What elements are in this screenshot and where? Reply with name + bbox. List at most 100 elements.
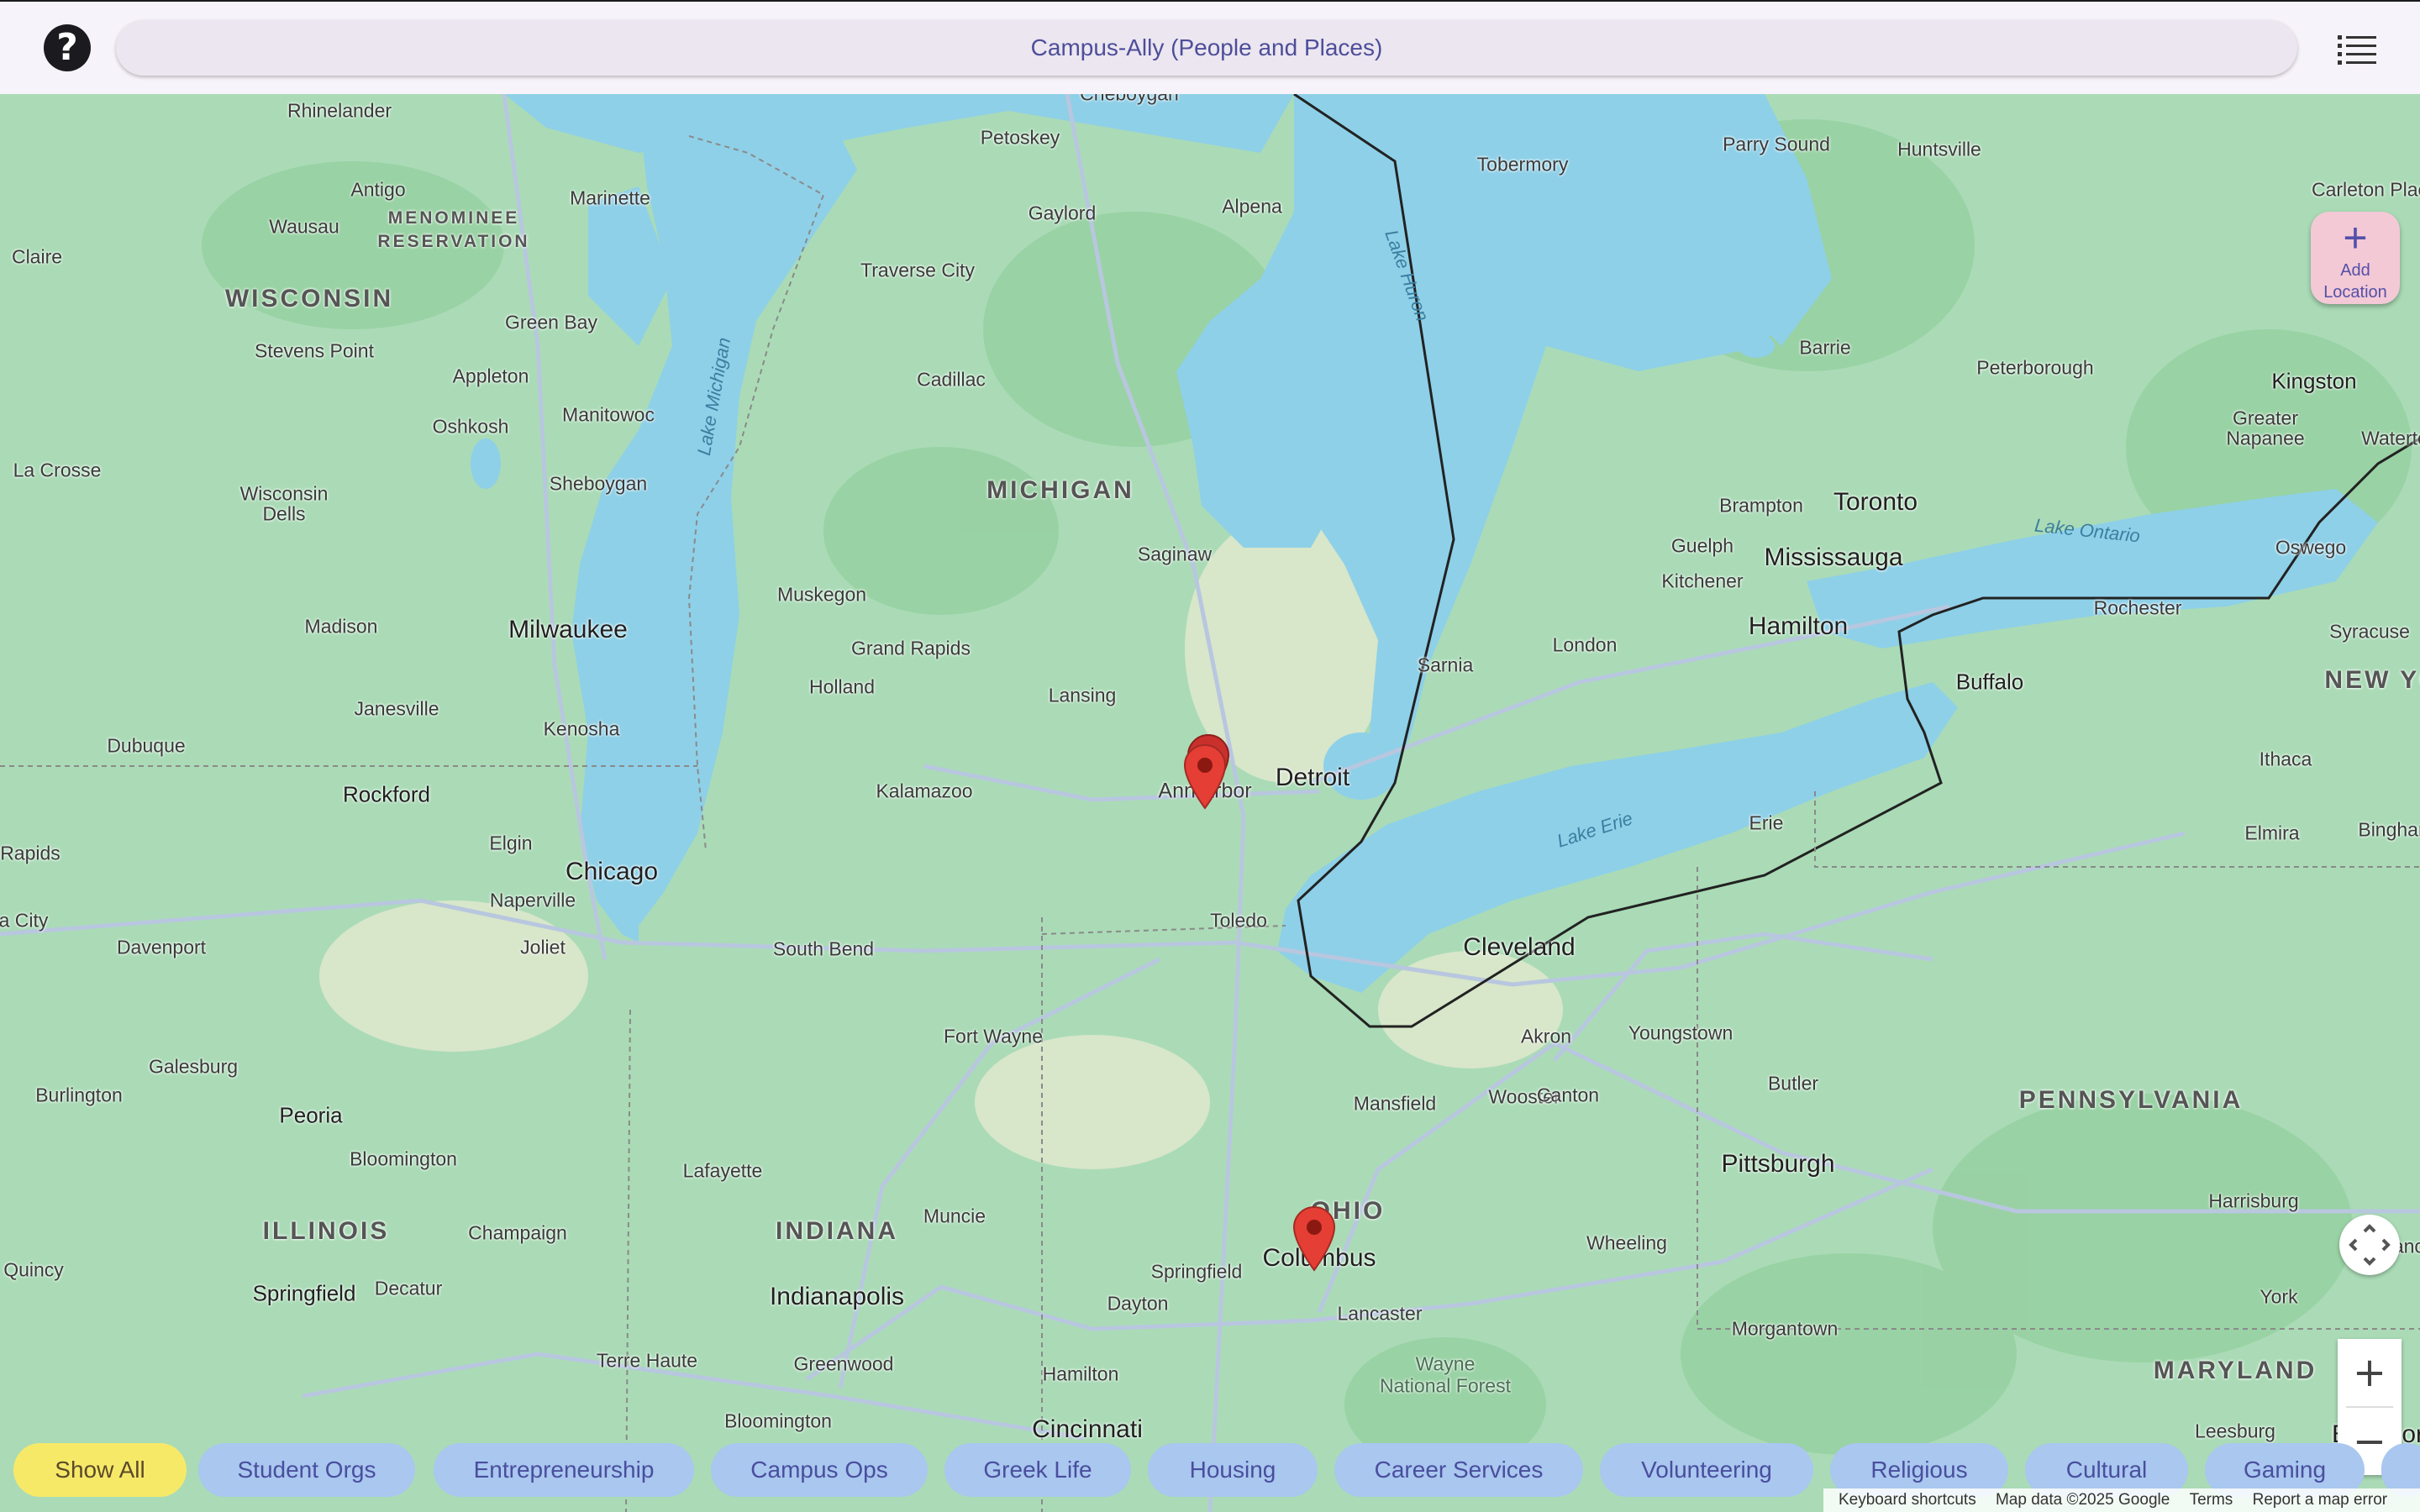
map-label: Dubuque: [107, 734, 186, 757]
map-label: Toronto: [1833, 488, 1918, 516]
map-label: Sarnia: [1417, 654, 1474, 676]
map-label: Harrisburg: [2208, 1189, 2299, 1212]
map-label: Kitchener: [1661, 570, 1744, 592]
map-label: Waterto: [2361, 427, 2420, 449]
map-label: Claire: [11, 245, 63, 268]
map-label: Tobermory: [1476, 153, 1569, 176]
location-marker-pin[interactable]: [1182, 743, 1228, 810]
map-label: Napanee: [2226, 427, 2305, 449]
map-label: Rapids: [0, 842, 60, 864]
map-label: Quincy: [3, 1258, 64, 1281]
chip-campus-ops[interactable]: Campus Ops: [711, 1443, 928, 1497]
map-label: Muncie: [923, 1205, 986, 1227]
map-label: Stevens Point: [255, 339, 374, 362]
map-attribution: Keyboard shortcuts Map data ©2025 Google…: [1823, 1488, 2420, 1512]
map-label: Davenport: [116, 936, 207, 958]
recenter-icon: [2349, 1224, 2391, 1266]
map-label: Youngstown: [1628, 1021, 1733, 1044]
map-label: Rockford: [342, 781, 431, 807]
map-label: MENOMINEE: [387, 208, 520, 228]
map-label: Mansfield: [1353, 1092, 1437, 1115]
map-label: Gaylord: [1028, 202, 1097, 224]
map-label: Champaign: [468, 1221, 567, 1244]
map-label: Cleveland: [1463, 933, 1576, 961]
map-label: Dells: [262, 502, 306, 525]
chip-greek-life[interactable]: Greek Life: [944, 1443, 1131, 1497]
map-label: Buffalo: [1955, 669, 2024, 695]
chip-student-orgs[interactable]: Student Orgs: [198, 1443, 415, 1497]
map-label: Janesville: [354, 697, 439, 720]
map-label: NEW YO: [2324, 666, 2420, 694]
map-label: a City: [0, 909, 49, 932]
list-icon[interactable]: [2336, 30, 2378, 67]
map-label: Lancaster: [1337, 1302, 1423, 1325]
zoom-in-button[interactable]: +: [2338, 1339, 2402, 1406]
map-label: Dayton: [1107, 1292, 1169, 1315]
map-label: Marinette: [570, 186, 650, 209]
map-label: Terre Haute: [596, 1349, 698, 1372]
map-label: Peoria: [279, 1102, 343, 1128]
map-label: Brampton: [1719, 494, 1803, 517]
map-label: Springfield: [1150, 1260, 1243, 1283]
map-label: Oswego: [2275, 536, 2347, 559]
map-label: Greater: [2233, 407, 2298, 429]
map-label: Decatur: [374, 1277, 443, 1299]
map-label: Saginaw: [1137, 543, 1213, 565]
add-location-label-line1: Add: [2340, 261, 2370, 280]
map-label: Rochester: [2093, 596, 2182, 619]
map-label: Springfield: [252, 1280, 356, 1306]
map-canvas[interactable]: Rhinelander Cheboygan Petoskey Antigo Ma…: [0, 94, 2420, 1512]
map-label: Carleton Plac: [2311, 178, 2420, 201]
report-error-link[interactable]: Report a map error: [2253, 1491, 2388, 1509]
map-label: Rhinelander: [287, 99, 392, 122]
chip-career-services[interactable]: Career Services: [1334, 1443, 1583, 1497]
map-label: Grand Rapids: [851, 637, 971, 659]
map-label: Indianapolis: [769, 1283, 905, 1310]
map-label: WISCONSIN: [224, 285, 394, 312]
map-label: Petoskey: [980, 126, 1060, 149]
keyboard-shortcuts-link[interactable]: Keyboard shortcuts: [1839, 1491, 1976, 1509]
map-label: Hamilton: [1748, 612, 1849, 640]
map-label: ILLINOIS: [262, 1217, 390, 1245]
map-label: Alpena: [1222, 195, 1282, 218]
map-label: Cheboygan: [1080, 94, 1179, 106]
map-label: Cincinnati: [1032, 1415, 1143, 1443]
map-label: Morgantown: [1731, 1317, 1839, 1340]
map-label: National Forest: [1380, 1374, 1511, 1397]
map-label: La Crosse: [13, 459, 102, 481]
map-label: Peterborough: [1976, 356, 2094, 379]
map-label: Canton: [1536, 1084, 1600, 1106]
map-label: Erie: [1749, 811, 1784, 834]
map-label: Ithaca: [2259, 748, 2312, 770]
map-label: Bloomington: [724, 1410, 832, 1432]
map-label: Oshkosh: [432, 415, 509, 438]
chip-show-all[interactable]: Show All: [13, 1443, 187, 1497]
map-label: Kenosha: [543, 717, 620, 740]
map-label: Wisconsin: [239, 482, 329, 505]
add-location-button[interactable]: + Add Location: [2311, 212, 2400, 304]
chip-volunteering[interactable]: Volunteering: [1600, 1443, 1813, 1497]
map-label: Bloomington: [350, 1147, 457, 1170]
map-label: Appleton: [452, 365, 529, 387]
map-label: Kingston: [2271, 368, 2357, 394]
help-icon[interactable]: ?: [44, 24, 91, 71]
map-label: Chicago: [565, 858, 659, 885]
app-title-bar[interactable]: Campus-Ally (People and Places): [116, 20, 2297, 76]
chip-entrepreneurship[interactable]: Entrepreneurship: [434, 1443, 694, 1497]
map-label: South Bend: [772, 937, 875, 960]
map-label: Naperville: [489, 889, 576, 911]
location-marker-pin[interactable]: [1292, 1205, 1337, 1272]
map-label: Leesburg: [2195, 1420, 2275, 1442]
map-label: Burlington: [35, 1084, 123, 1106]
app-header: ? Campus-Ally (People and Places): [0, 0, 2420, 94]
map-label: Traverse City: [860, 259, 975, 281]
map-label: Pittsburgh: [1721, 1150, 1835, 1178]
map-label: London: [1552, 633, 1618, 656]
terms-link[interactable]: Terms: [2190, 1491, 2233, 1509]
recenter-button[interactable]: [2339, 1215, 2400, 1275]
map-label: Wheeling: [1586, 1231, 1667, 1254]
chip-housing[interactable]: Housing: [1148, 1443, 1318, 1497]
map-data-credit: Map data ©2025 Google: [1995, 1491, 2170, 1509]
map-label: York: [2260, 1285, 2298, 1308]
map-label: Holland: [809, 675, 875, 698]
